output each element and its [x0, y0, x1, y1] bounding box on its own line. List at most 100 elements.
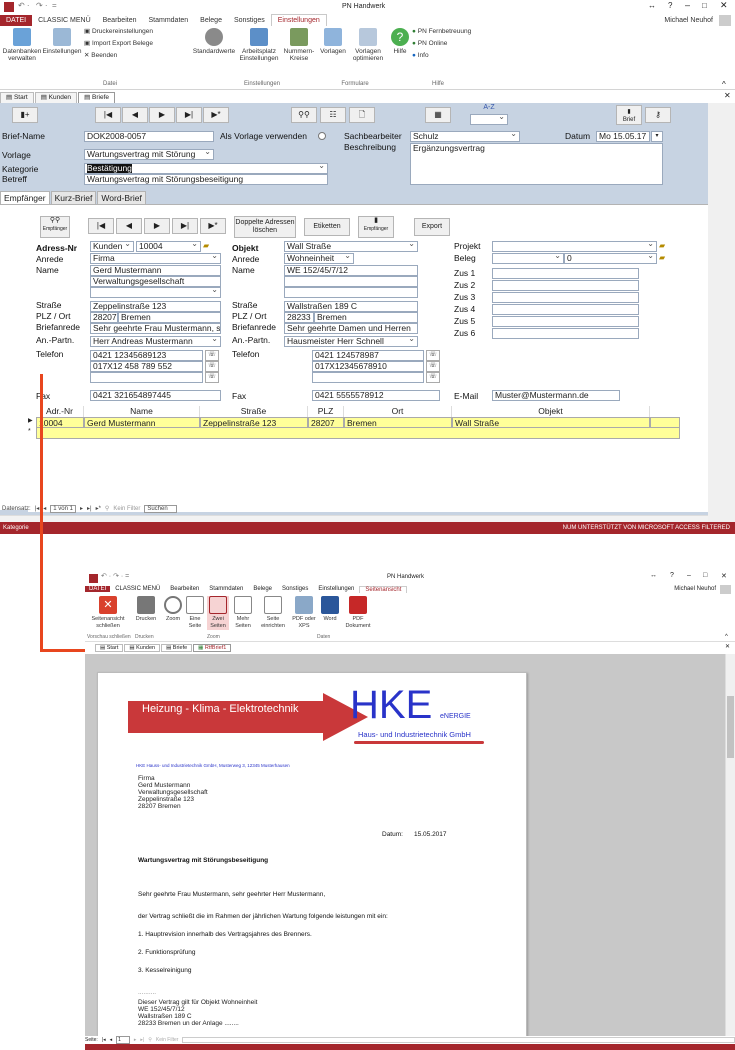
phone-icon[interactable]: ☏: [205, 361, 219, 372]
vertical-scrollbar[interactable]: [725, 654, 735, 1036]
beschreibung-field[interactable]: Ergänzungsvertrag: [410, 143, 663, 185]
tab-briefe[interactable]: ▤ Briefe: [161, 644, 193, 652]
pn-online-button[interactable]: ● PN Online: [412, 40, 492, 47]
tab-kunden[interactable]: ▤ Kunden: [124, 644, 161, 652]
last-recipient-button[interactable]: ▶|: [172, 218, 198, 234]
horizontal-scrollbar[interactable]: [182, 1037, 735, 1043]
obj-name2-field[interactable]: [284, 276, 418, 287]
druckereinstellungen-button[interactable]: ▣ Druckereinstellungen: [84, 28, 194, 35]
grid-header[interactable]: Ort: [344, 406, 452, 417]
scrollbar-thumb[interactable]: [727, 696, 734, 758]
phone-icon[interactable]: ☏: [426, 361, 440, 372]
zwei-seiten-button[interactable]: Zwei Seiten: [207, 596, 229, 630]
zus6-field[interactable]: [492, 328, 639, 339]
beleg-select[interactable]: 0: [564, 253, 657, 264]
minimize-icon[interactable]: –: [685, 0, 690, 10]
obj-tel3-field[interactable]: [312, 372, 424, 383]
zus1-field[interactable]: [492, 268, 639, 279]
grid-header[interactable]: PLZ: [308, 406, 344, 417]
datenbanken-button[interactable]: Datenbanken verwalten: [2, 28, 42, 62]
undo-icon[interactable]: ↶ ·: [18, 1, 30, 10]
menu-stammdaten[interactable]: Stammdaten: [204, 586, 248, 592]
folder-open-icon[interactable]: ▰: [659, 241, 665, 250]
doppelte-adressen-button[interactable]: Doppelte Adressen löschen: [234, 216, 296, 238]
new-record-nav-button[interactable]: ▶*: [203, 107, 229, 123]
quick-access-dropdown-icon[interactable]: =: [52, 1, 57, 10]
menu-belege[interactable]: Belege: [248, 586, 277, 592]
obj-anrede-select[interactable]: Wohneinheit: [284, 253, 354, 264]
zus4-field[interactable]: [492, 304, 639, 315]
phone-icon[interactable]: ☏: [205, 350, 219, 361]
preview-button[interactable]: 🗋: [349, 107, 375, 123]
menu-bearbeiten[interactable]: Bearbeiten: [97, 15, 143, 26]
adr-briefanrede-field[interactable]: Sehr geehrte Frau Mustermann, s: [90, 323, 221, 334]
avatar[interactable]: [720, 584, 731, 594]
obj-tel1-field[interactable]: 0421 124578987: [312, 350, 424, 361]
vorlagen-optimieren-button[interactable]: Vorlagen optimieren: [350, 28, 386, 62]
adr-ort-field[interactable]: Bremen: [118, 312, 221, 323]
obj-plz-field[interactable]: 28233: [284, 312, 314, 323]
new-table-row[interactable]: [36, 428, 680, 439]
sachbearbeiter-select[interactable]: Schulz: [410, 131, 520, 142]
next-page-icon[interactable]: ▸: [134, 1037, 137, 1043]
collapse-ribbon-icon[interactable]: ^: [722, 80, 726, 89]
table-cell[interactable]: Zeppelinstraße 123: [200, 417, 308, 428]
adrnr-select[interactable]: 10004: [136, 241, 201, 252]
menu-datei[interactable]: DATEI: [0, 15, 33, 26]
tab-kunden[interactable]: ▤ Kunden: [34, 92, 78, 103]
new-nav-icon[interactable]: ▸*: [96, 505, 101, 512]
help-icon[interactable]: ?: [668, 1, 672, 10]
pdf-dokument-button[interactable]: PDF Dokument: [343, 596, 373, 630]
subtab-kurzbrief[interactable]: Kurz-Brief: [50, 191, 97, 204]
beleg-type-select[interactable]: [492, 253, 564, 264]
obj-anpartn-select[interactable]: Hausmeister Herr Schnell: [284, 336, 418, 347]
vorlagen-button[interactable]: Vorlagen: [318, 28, 348, 55]
word-button[interactable]: Word: [319, 596, 341, 623]
menu-einstellungen[interactable]: Einstellungen: [270, 14, 327, 26]
fernbetreuung-button[interactable]: ● PN Fernbetreuung: [412, 28, 492, 35]
menu-datei[interactable]: DATEI: [85, 586, 111, 592]
empfaenger-brief-button[interactable]: ▮ Empfänger: [358, 216, 394, 238]
adr-anpartn-select[interactable]: Herr Andreas Mustermann: [90, 336, 221, 347]
subtab-wordbrief[interactable]: Word-Brief: [97, 191, 146, 204]
folder-open-icon[interactable]: ▰: [203, 241, 209, 250]
tab-start[interactable]: ▤ Start: [95, 644, 124, 652]
pdf-xps-button[interactable]: PDF oder XPS: [291, 596, 317, 630]
fullscreen-icon[interactable]: ↔: [650, 572, 657, 579]
table-cell[interactable]: 10004: [36, 417, 84, 428]
adrtype-select[interactable]: Kunden: [90, 241, 134, 252]
menu-bearbeiten[interactable]: Bearbeiten: [165, 586, 204, 592]
next-record-button[interactable]: ▶: [149, 107, 175, 123]
nummernkreise-button[interactable]: Nummern- Kreise: [282, 28, 316, 62]
projekt-select[interactable]: [492, 241, 657, 252]
menu-sonstiges[interactable]: Sonstiges: [228, 15, 271, 26]
betreff-field[interactable]: Wartungsvertrag mit Störungsbeseitigung: [84, 174, 328, 185]
standardwerte-button[interactable]: Standardwerte: [192, 28, 236, 55]
mehr-seiten-button[interactable]: Mehr Seiten: [231, 596, 255, 630]
adr-tel1-field[interactable]: 0421 12345689123: [90, 350, 203, 361]
menu-sonstiges[interactable]: Sonstiges: [277, 586, 313, 592]
phone-icon[interactable]: ☏: [205, 372, 219, 383]
close-icon[interactable]: ✕: [720, 0, 728, 11]
folder-open-icon[interactable]: ▰: [659, 253, 665, 262]
table-cell[interactable]: Wall Straße: [452, 417, 650, 428]
menu-classic[interactable]: CLASSIC MENÜ: [110, 586, 165, 592]
phone-icon[interactable]: ☏: [426, 350, 440, 361]
menu-einstellungen[interactable]: Einstellungen: [313, 586, 359, 592]
kategorie-select[interactable]: Bestätigung: [84, 163, 328, 174]
first-recipient-button[interactable]: |◀: [88, 218, 114, 234]
zoom-button[interactable]: Zoom: [163, 596, 183, 623]
menu-classic[interactable]: CLASSIC MENÜ: [32, 15, 97, 26]
menu-belege[interactable]: Belege: [194, 15, 228, 26]
prev-page-icon[interactable]: ◂: [110, 1037, 113, 1043]
import-export-button[interactable]: ▣ Import Export Belege: [84, 40, 194, 47]
adr-fax-field[interactable]: 0421 321654897445: [90, 390, 221, 401]
undo-icon[interactable]: ↶ · ↷ · =: [101, 572, 129, 580]
prev-icon[interactable]: ◂: [43, 505, 46, 512]
subtab-empfaenger[interactable]: Empfänger: [0, 191, 50, 204]
obj-name1-field[interactable]: WE 152/45/7/12: [284, 265, 418, 276]
maximize-icon[interactable]: □: [702, 1, 707, 10]
info-button[interactable]: ● Info: [412, 52, 492, 59]
obj-tel2-field[interactable]: 017X12345678910: [312, 361, 424, 372]
last-record-button[interactable]: ▶|: [176, 107, 202, 123]
